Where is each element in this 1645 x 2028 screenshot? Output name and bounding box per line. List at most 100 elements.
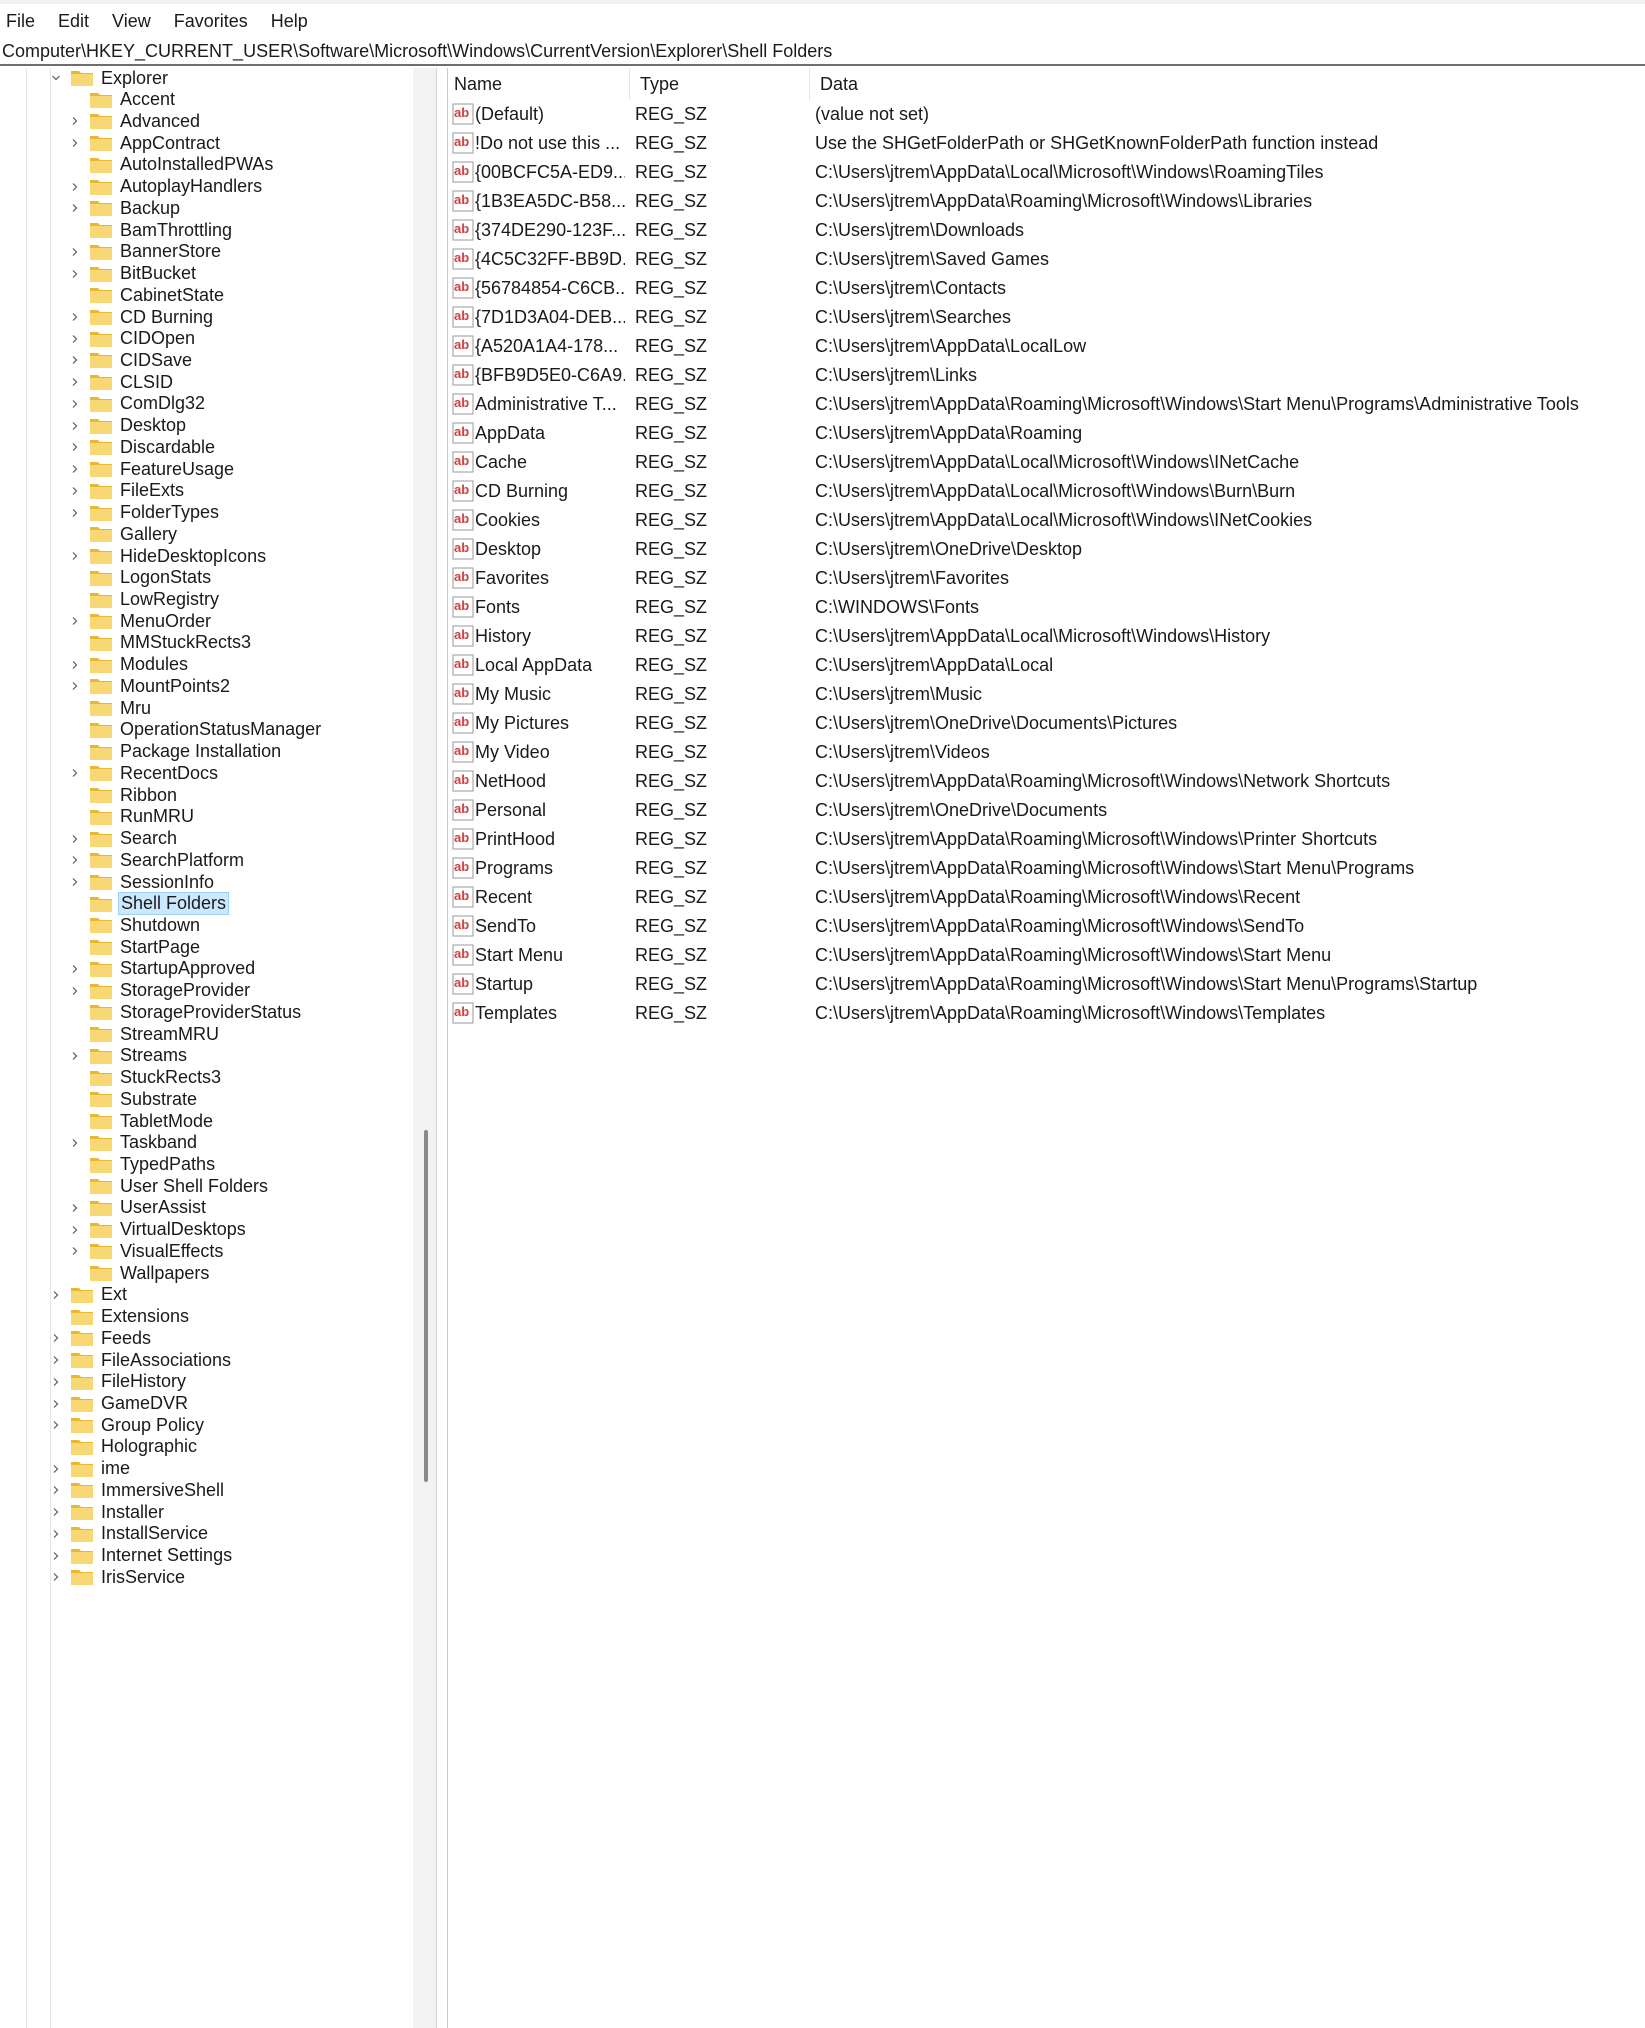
value-type: REG_SZ xyxy=(635,916,708,936)
svg-text:ab: ab xyxy=(454,859,469,874)
folder-icon xyxy=(89,221,113,239)
reg-sz-icon: ab xyxy=(452,364,474,386)
folder-icon xyxy=(89,1156,113,1174)
value-row[interactable]: ab SendTo REG_SZ C:\Users\jtrem\AppData\Roa… xyxy=(448,912,1645,941)
value-row[interactable]: ab !Do not use this ... REG_SZ Use the SHGe… xyxy=(448,129,1645,158)
value-row[interactable]: ab Templates REG_SZ C:\Users\jtrem\AppData\… xyxy=(448,999,1645,1028)
value-name: Recent xyxy=(475,887,533,907)
folder-icon xyxy=(89,504,113,522)
folder-icon xyxy=(89,1112,113,1130)
tree-scrollbar-thumb[interactable] xyxy=(424,1130,428,1482)
value-row[interactable]: ab {7D1D3A04-DEB... REG_SZ C:\Users\jtrem\S… xyxy=(448,303,1645,332)
svg-text:ab: ab xyxy=(454,511,469,526)
value-row[interactable]: ab PrintHood REG_SZ C:\Users\jtrem\AppData\… xyxy=(448,825,1645,854)
value-row[interactable]: ab {A520A1A4-178... REG_SZ C:\Users\jtrem\A… xyxy=(448,332,1645,361)
reg-sz-icon: ab xyxy=(452,103,474,125)
value-row[interactable]: ab Desktop REG_SZ C:\Users\jtrem\OneDrive\D… xyxy=(448,535,1645,564)
menu-view[interactable]: View xyxy=(106,11,162,32)
svg-text:ab: ab xyxy=(454,163,469,178)
reg-sz-icon: ab xyxy=(452,915,474,937)
reg-sz-icon: ab xyxy=(452,1002,474,1024)
value-type: REG_SZ xyxy=(635,336,708,356)
svg-text:ab: ab xyxy=(454,453,469,468)
values-list[interactable]: Name Type Data ab (Default) REG_SZ (value n… xyxy=(447,68,1645,2028)
value-name: Programs xyxy=(475,858,554,878)
value-row[interactable]: ab My Pictures REG_SZ C:\Users\jtrem\OneDri… xyxy=(448,709,1645,738)
value-row[interactable]: ab {1B3EA5DC-B58... REG_SZ C:\Users\jtrem\A… xyxy=(448,187,1645,216)
value-type: REG_SZ xyxy=(635,162,708,182)
value-name: {7D1D3A04-DEB... xyxy=(475,307,625,327)
folder-icon xyxy=(70,1308,94,1326)
value-row[interactable]: ab Administrative T... REG_SZ C:\Users\jtre… xyxy=(448,390,1645,419)
value-row[interactable]: ab AppData REG_SZ C:\Users\jtrem\AppData\Ro… xyxy=(448,419,1645,448)
value-data: C:\Users\jtrem\AppData\Roaming\Microsoft… xyxy=(815,858,1415,878)
value-data: C:\Users\jtrem\AppData\Roaming\Microsoft… xyxy=(815,394,1579,414)
value-data: C:\Users\jtrem\AppData\Roaming\Microsoft… xyxy=(815,916,1305,936)
value-row[interactable]: ab Programs REG_SZ C:\Users\jtrem\AppData\R… xyxy=(448,854,1645,883)
value-row[interactable]: ab {56784854-C6CB... REG_SZ C:\Users\jtrem\… xyxy=(448,274,1645,303)
value-row[interactable]: ab {00BCFC5A-ED9... REG_SZ C:\Users\jtrem\A… xyxy=(448,158,1645,187)
folder-icon xyxy=(89,243,113,261)
folder-icon xyxy=(70,1568,94,1586)
reg-sz-icon: ab xyxy=(452,625,474,647)
menu-edit[interactable]: Edit xyxy=(52,11,100,32)
column-header-type[interactable]: Type xyxy=(630,68,810,100)
key-tree[interactable]: Explorer Accent Advanced AppContract AutoIns… xyxy=(0,68,436,2028)
value-row[interactable]: ab Startup REG_SZ C:\Users\jtrem\AppData\Ro… xyxy=(448,970,1645,999)
value-name: (Default) xyxy=(475,104,545,124)
value-row[interactable]: ab Fonts REG_SZ C:\WINDOWS\Fonts xyxy=(448,593,1645,622)
menu-favorites[interactable]: Favorites xyxy=(168,11,259,32)
value-row[interactable]: ab (Default) REG_SZ (value not set) xyxy=(448,100,1645,129)
menu-file[interactable]: File xyxy=(0,11,46,32)
folder-icon xyxy=(70,1329,94,1347)
folder-icon xyxy=(89,134,113,152)
svg-text:ab: ab xyxy=(454,656,469,671)
value-row[interactable]: ab Favorites REG_SZ C:\Users\jtrem\Favorite… xyxy=(448,564,1645,593)
value-type: REG_SZ xyxy=(635,945,708,965)
value-row[interactable]: ab CD Burning REG_SZ C:\Users\jtrem\AppData… xyxy=(448,477,1645,506)
svg-text:ab: ab xyxy=(454,308,469,323)
folder-icon xyxy=(89,525,113,543)
value-row[interactable]: ab My Video REG_SZ C:\Users\jtrem\Videos xyxy=(448,738,1645,767)
column-header-name[interactable]: Name xyxy=(448,68,630,100)
value-type: REG_SZ xyxy=(635,684,708,704)
folder-icon xyxy=(89,1242,113,1260)
value-row[interactable]: ab History REG_SZ C:\Users\jtrem\AppData\Lo… xyxy=(448,622,1645,651)
value-row[interactable]: ab {BFB9D5E0-C6A9... REG_SZ C:\Users\jtrem\… xyxy=(448,361,1645,390)
value-name: {56784854-C6CB... xyxy=(475,278,625,298)
value-type: REG_SZ xyxy=(635,191,708,211)
folder-icon xyxy=(89,395,113,413)
value-row[interactable]: ab Start Menu REG_SZ C:\Users\jtrem\AppData… xyxy=(448,941,1645,970)
value-row[interactable]: ab NetHood REG_SZ C:\Users\jtrem\AppData\Ro… xyxy=(448,767,1645,796)
address-path[interactable]: Computer\HKEY_CURRENT_USER\Software\Micr… xyxy=(2,41,832,62)
value-row[interactable]: ab My Music REG_SZ C:\Users\jtrem\Music xyxy=(448,680,1645,709)
value-row[interactable]: ab Cache REG_SZ C:\Users\jtrem\AppData\Loca… xyxy=(448,448,1645,477)
folder-icon xyxy=(70,69,94,87)
value-name: NetHood xyxy=(475,771,547,791)
menu-help[interactable]: Help xyxy=(265,11,319,32)
reg-sz-icon: ab xyxy=(452,712,474,734)
value-row[interactable]: ab Personal REG_SZ C:\Users\jtrem\OneDrive\… xyxy=(448,796,1645,825)
value-name: Favorites xyxy=(475,568,550,588)
value-type: REG_SZ xyxy=(635,394,708,414)
chevron-down-icon[interactable] xyxy=(50,68,62,92)
value-type: REG_SZ xyxy=(635,1003,708,1023)
chevron-right-icon[interactable] xyxy=(50,1563,62,1591)
reg-sz-icon: ab xyxy=(452,335,474,357)
value-type: REG_SZ xyxy=(635,220,708,240)
column-header-data[interactable]: Data xyxy=(810,68,1645,100)
reg-sz-icon: ab xyxy=(452,654,474,676)
tree-scrollbar[interactable] xyxy=(413,68,436,2028)
address-bar[interactable]: Computer\HKEY_CURRENT_USER\Software\Micr… xyxy=(0,38,1645,66)
tree-item-irisservice[interactable]: IrisService xyxy=(50,1563,187,1591)
value-row[interactable]: ab Recent REG_SZ C:\Users\jtrem\AppData\Roa… xyxy=(448,883,1645,912)
pane-splitter[interactable] xyxy=(436,68,447,2028)
value-row[interactable]: ab {374DE290-123F... REG_SZ C:\Users\jtrem\… xyxy=(448,216,1645,245)
folder-icon xyxy=(70,1395,94,1413)
value-row[interactable]: ab {4C5C32FF-BB9D... REG_SZ C:\Users\jtrem\… xyxy=(448,245,1645,274)
svg-text:ab: ab xyxy=(454,569,469,584)
value-row[interactable]: ab Cookies REG_SZ C:\Users\jtrem\AppData\Lo… xyxy=(448,506,1645,535)
value-data: C:\Users\jtrem\AppData\Roaming\Microsoft… xyxy=(815,191,1313,211)
value-type: REG_SZ xyxy=(635,423,708,443)
value-row[interactable]: ab Local AppData REG_SZ C:\Users\jtrem\AppD… xyxy=(448,651,1645,680)
